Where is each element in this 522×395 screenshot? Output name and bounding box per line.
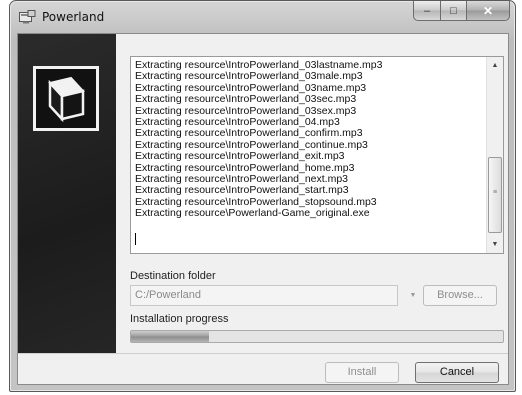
destination-input[interactable]: C:/Powerland bbox=[130, 285, 398, 306]
chevron-down-icon[interactable]: ▼ bbox=[406, 285, 420, 306]
extraction-log[interactable]: Extracting resource\IntroPowerland_03las… bbox=[130, 56, 504, 254]
close-icon: ✕ bbox=[482, 3, 494, 18]
log-scrollbar[interactable]: ▲ ≡ ▼ bbox=[486, 57, 503, 253]
browse-button[interactable]: Browse... bbox=[423, 285, 497, 306]
text-caret bbox=[135, 233, 136, 245]
log-line: Extracting resource\IntroPowerland_exit.… bbox=[135, 150, 345, 163]
grip-icon: ≡ bbox=[493, 189, 498, 196]
progress-fill bbox=[131, 331, 210, 342]
scroll-up-icon[interactable]: ▲ bbox=[487, 57, 503, 74]
installation-progress-bar bbox=[130, 330, 504, 343]
title-bar[interactable]: Powerland ‒ □ ✕ bbox=[10, 1, 515, 33]
cube-box-icon bbox=[33, 66, 99, 131]
maximize-icon: □ bbox=[450, 4, 457, 17]
dialog-body: Extracting resource\IntroPowerland_03las… bbox=[17, 33, 509, 385]
progress-label: Installation progress bbox=[130, 313, 229, 325]
footer-divider bbox=[18, 353, 508, 354]
caption-buttons: ‒ □ ✕ bbox=[413, 1, 510, 22]
window-title: Powerland bbox=[42, 10, 105, 24]
scroll-thumb[interactable]: ≡ bbox=[488, 157, 502, 233]
sidebar-banner bbox=[18, 34, 116, 353]
log-line: Extracting resource\Powerland-Game_origi… bbox=[135, 207, 370, 220]
install-button[interactable]: Install bbox=[325, 362, 399, 383]
minimize-button[interactable]: ‒ bbox=[413, 1, 440, 21]
installer-icon bbox=[19, 10, 36, 24]
log-lines: Extracting resource\IntroPowerland_03las… bbox=[135, 59, 485, 220]
log-line: Extracting resource\IntroPowerland_03sec… bbox=[135, 93, 357, 106]
minimize-icon: ‒ bbox=[423, 4, 431, 17]
installer-window: Powerland ‒ □ ✕ Extracting resource\Intr… bbox=[9, 0, 516, 392]
destination-label: Destination folder bbox=[130, 270, 216, 282]
close-button[interactable]: ✕ bbox=[466, 1, 510, 21]
maximize-button[interactable]: □ bbox=[440, 1, 466, 21]
scroll-down-icon[interactable]: ▼ bbox=[487, 236, 503, 253]
cancel-button[interactable]: Cancel bbox=[415, 362, 499, 383]
